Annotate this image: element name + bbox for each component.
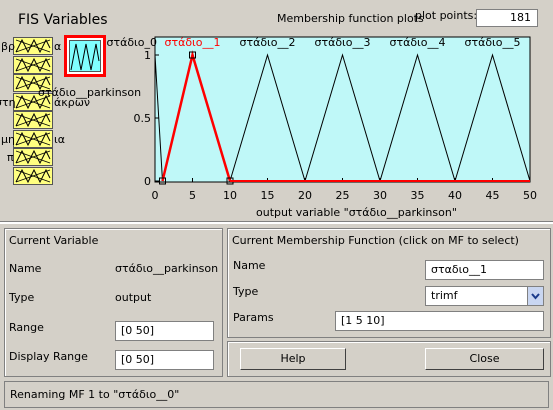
y-tick-label: 0.5 (134, 112, 152, 125)
mf-type-label: Type (233, 285, 259, 298)
plot-background (154, 36, 531, 183)
mf-label: στάδιο__2 (239, 36, 295, 49)
variable-type-label: Type (9, 291, 35, 304)
x-tick-label: 15 (261, 189, 275, 202)
mf-label: στάδιο_0 (106, 36, 157, 49)
x-tick-label: 20 (298, 189, 312, 202)
mf-label: στάδιο__4 (389, 36, 445, 49)
x-tick-label: 0 (152, 189, 159, 202)
range-label: Range (9, 321, 44, 334)
divider (0, 221, 553, 224)
x-tick-label: 35 (411, 189, 425, 202)
mf-params-input[interactable]: [1 5 10] (335, 311, 544, 331)
mf-label: στάδιο__3 (314, 36, 370, 49)
help-button[interactable]: Help (240, 348, 346, 370)
buttons-panel: Help Close (227, 341, 551, 377)
mf-params-label: Params (233, 311, 274, 324)
display-range-input[interactable]: [0 50] (115, 350, 214, 370)
status-bar: Renaming MF 1 to "στάδιο__0" (4, 381, 549, 408)
current-variable-title: Current Variable (9, 234, 99, 247)
mf-name-label: Name (233, 259, 266, 272)
range-input[interactable]: [0 50] (115, 321, 214, 341)
current-mf-title: Current Membership Function (click on MF… (232, 234, 519, 247)
variable-name-value: στάδιο__parkinson (115, 262, 219, 275)
variable-type-value: output (115, 291, 152, 304)
membership-function-plot[interactable]: 0 5 10 15 20 25 30 35 40 45 50 0 0.5 1στάδιο_0 στάδιο_… (0, 0, 553, 222)
mf-type-select[interactable]: trimf (425, 286, 544, 306)
x-tick-label: 40 (448, 189, 462, 202)
current-mf-panel: Current Membership Function (click on MF… (227, 228, 551, 338)
x-tick-label: 10 (223, 189, 237, 202)
mf-name-input[interactable]: σταδιο__1 (425, 260, 544, 280)
y-tick-label: 0 (144, 175, 151, 188)
x-tick-label: 5 (189, 189, 196, 202)
close-button[interactable]: Close (425, 348, 544, 370)
plot-xlabel: output variable "στάδιο__parkinson" (256, 206, 457, 219)
chevron-down-icon[interactable] (527, 287, 543, 305)
current-variable-panel: Current Variable Name στάδιο__parkinson … (4, 228, 223, 377)
status-text: Renaming MF 1 to "στάδιο__0" (10, 388, 180, 401)
x-tick-label: 25 (336, 189, 350, 202)
x-tick-label: 30 (373, 189, 387, 202)
y-tick-label: 1 (144, 49, 151, 62)
mf-label: στάδιο__1 (164, 36, 220, 49)
x-tick-label: 45 (486, 189, 500, 202)
x-tick-label: 50 (523, 189, 537, 202)
display-range-label: Display Range (9, 350, 88, 363)
variable-name-label: Name (9, 262, 42, 275)
mf-type-value: trimf (431, 289, 458, 302)
mf-label: στάδιο__5 (464, 36, 520, 49)
